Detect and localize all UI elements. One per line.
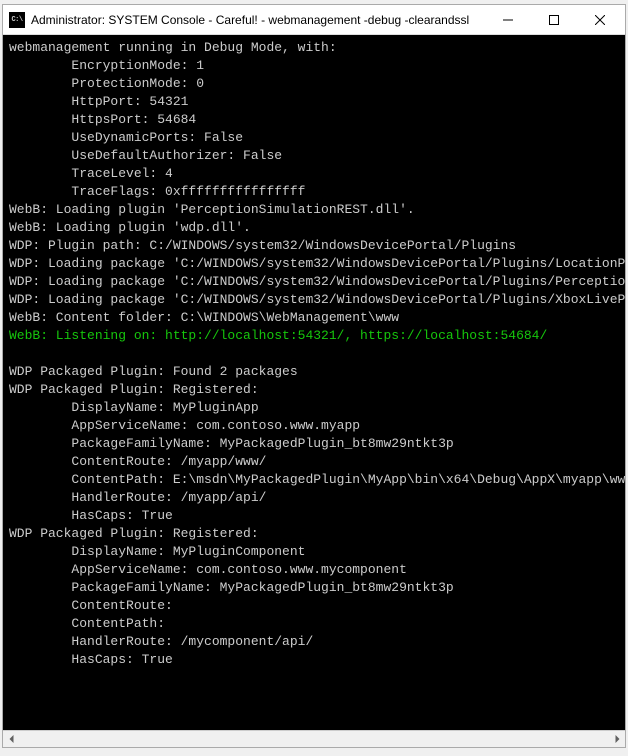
console-line: WDP Packaged Plugin: Registered: [9,525,619,543]
window-title: Administrator: SYSTEM Console - Careful!… [31,13,469,27]
console-line: WebB: Loading plugin 'wdp.dll'. [9,219,619,237]
console-line: TraceLevel: 4 [9,165,619,183]
console-line: WDP Packaged Plugin: Found 2 packages [9,363,619,381]
console-line: DisplayName: MyPluginApp [9,399,619,417]
titlebar[interactable]: C:\ Administrator: SYSTEM Console - Care… [3,5,625,35]
console-line: PackageFamilyName: MyPackagedPlugin_bt8m… [9,435,619,453]
console-line: ContentRoute: /myapp/www/ [9,453,619,471]
chevron-right-icon [613,735,621,743]
console-line [9,345,619,363]
scrollbar-track[interactable] [20,731,608,747]
minimize-button[interactable] [485,6,531,34]
console-line: webmanagement running in Debug Mode, wit… [9,39,619,57]
console-line: HttpPort: 54321 [9,93,619,111]
console-line: PackageFamilyName: MyPackagedPlugin_bt8m… [9,579,619,597]
minimize-icon [503,15,513,25]
console-line: HandlerRoute: /mycomponent/api/ [9,633,619,651]
console-line: WebB: Listening on: http://localhost:543… [9,327,619,345]
chevron-left-icon [8,735,16,743]
console-line: HttpsPort: 54684 [9,111,619,129]
scroll-left-button[interactable] [3,731,20,747]
console-output: webmanagement running in Debug Mode, wit… [3,35,625,730]
cmd-icon: C:\ [9,12,25,28]
console-line: ProtectionMode: 0 [9,75,619,93]
close-icon [595,15,605,25]
console-line: WDP Packaged Plugin: Registered: [9,381,619,399]
console-line: HasCaps: True [9,651,619,669]
console-line: ContentPath: [9,615,619,633]
console-client-area[interactable]: webmanagement running in Debug Mode, wit… [3,35,625,730]
maximize-button[interactable] [531,6,577,34]
console-line: AppServiceName: com.contoso.www.mycompon… [9,561,619,579]
console-line: WDP: Loading package 'C:/WINDOWS/system3… [9,291,619,309]
console-line: AppServiceName: com.contoso.www.myapp [9,417,619,435]
console-line: ContentRoute: [9,597,619,615]
close-button[interactable] [577,6,623,34]
console-line: WebB: Content folder: C:\WINDOWS\WebMana… [9,309,619,327]
scroll-right-button[interactable] [608,731,625,747]
console-line: HandlerRoute: /myapp/api/ [9,489,619,507]
console-line: DisplayName: MyPluginComponent [9,543,619,561]
console-line: TraceFlags: 0xffffffffffffffff [9,183,619,201]
console-line: EncryptionMode: 1 [9,57,619,75]
console-line: WebB: Loading plugin 'PerceptionSimulati… [9,201,619,219]
console-line: HasCaps: True [9,507,619,525]
console-line: WDP: Loading package 'C:/WINDOWS/system3… [9,255,619,273]
console-window: C:\ Administrator: SYSTEM Console - Care… [2,4,626,748]
console-line: ContentPath: E:\msdn\MyPackagedPlugin\My… [9,471,619,489]
horizontal-scrollbar[interactable] [3,730,625,747]
console-line: UseDefaultAuthorizer: False [9,147,619,165]
maximize-icon [549,15,559,25]
console-line: WDP: Plugin path: C:/WINDOWS/system32/Wi… [9,237,619,255]
console-line: UseDynamicPorts: False [9,129,619,147]
console-line: WDP: Loading package 'C:/WINDOWS/system3… [9,273,619,291]
